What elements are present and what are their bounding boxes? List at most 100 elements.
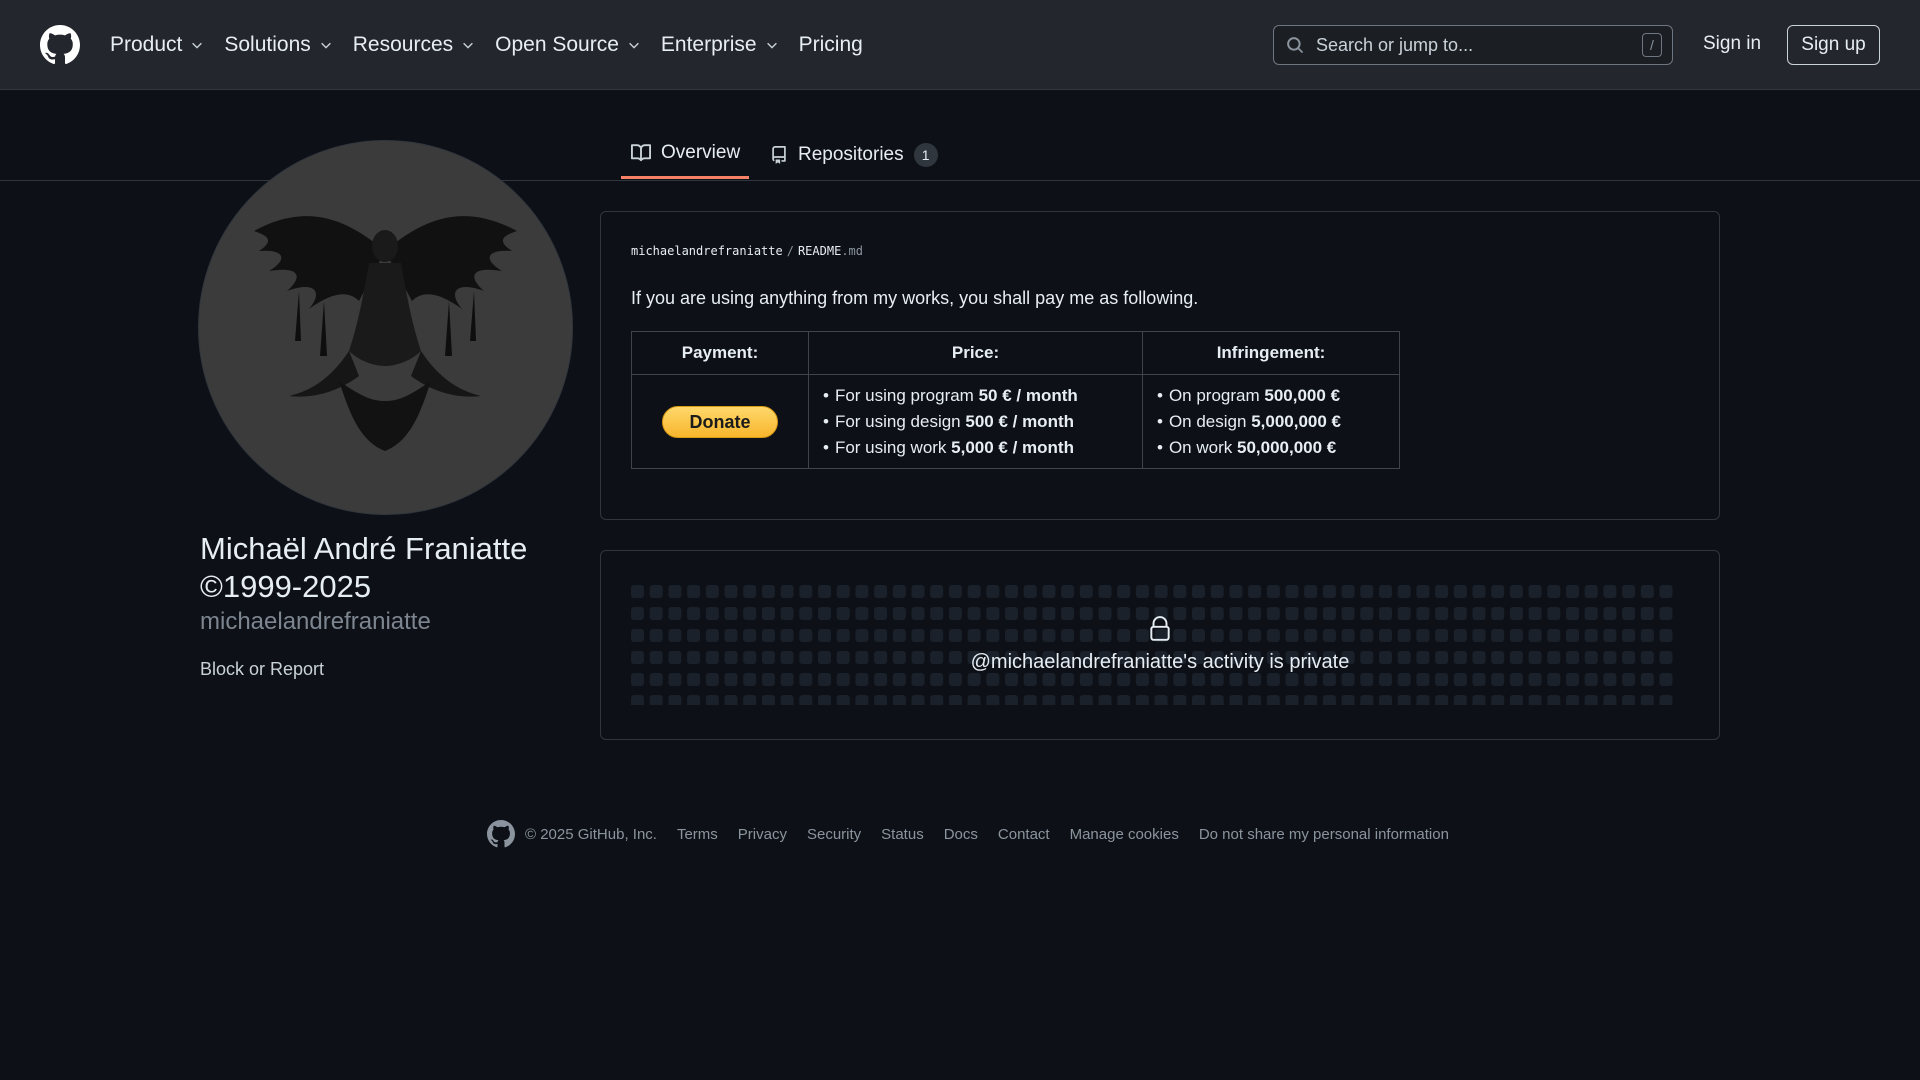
contribution-cell — [1098, 585, 1112, 598]
contribution-cell — [1416, 629, 1430, 642]
footer-link-security[interactable]: Security — [807, 826, 861, 843]
contribution-cell — [1042, 607, 1056, 620]
contribution-cell — [1584, 695, 1598, 705]
contribution-cell — [799, 695, 813, 705]
contribution-cell — [1659, 629, 1673, 642]
contribution-cell — [1229, 673, 1243, 686]
contribution-cell — [1453, 585, 1467, 598]
contribution-cell — [1622, 629, 1636, 642]
contribution-cell — [1622, 695, 1636, 705]
contribution-cell — [874, 695, 888, 705]
contribution-cell — [1098, 629, 1112, 642]
contribution-cell — [1248, 607, 1262, 620]
book-icon — [631, 144, 651, 162]
contribution-cell — [1566, 607, 1579, 620]
contribution-cell — [892, 673, 906, 686]
contribution-cell — [1304, 629, 1318, 642]
footer-link-do-not-share-my-personal-information[interactable]: Do not share my personal information — [1199, 826, 1449, 843]
nav-item-enterprise[interactable]: Enterprise — [661, 33, 779, 57]
contribution-cell — [1061, 607, 1075, 620]
contribution-cell — [1005, 629, 1018, 642]
contribution-cell — [1192, 695, 1205, 705]
tab-overview[interactable]: Overview — [621, 130, 749, 179]
contribution-cell — [1005, 607, 1018, 620]
contribution-cell — [1341, 695, 1355, 705]
contribution-cell — [1491, 673, 1505, 686]
nav-item-open-source[interactable]: Open Source — [495, 33, 641, 57]
contribution-cell — [1173, 695, 1187, 705]
contribution-cell — [1547, 673, 1561, 686]
donate-button[interactable]: Donate — [662, 405, 778, 438]
readme-file-link[interactable]: README.md — [798, 244, 863, 258]
site-footer: © 2025 GitHub, Inc. Terms Privacy Security… — [487, 820, 1469, 848]
footer-link-manage-cookies[interactable]: Manage cookies — [1070, 826, 1179, 843]
nav-item-solutions[interactable]: Solutions — [224, 33, 332, 57]
contribution-cell — [780, 585, 794, 598]
repo-icon — [772, 146, 786, 164]
sign-in-link[interactable]: Sign in — [1703, 33, 1761, 55]
footer-link-privacy[interactable]: Privacy — [738, 826, 787, 843]
contribution-cell — [1416, 695, 1430, 705]
contribution-cell — [948, 607, 962, 620]
contribution-cell — [911, 629, 925, 642]
contribution-cell — [818, 607, 831, 620]
contribution-cell — [1154, 673, 1168, 686]
block-or-report-link[interactable]: Block or Report — [200, 659, 324, 680]
contribution-cell — [743, 673, 757, 686]
contribution-cell — [1622, 673, 1636, 686]
nav-item-resources[interactable]: Resources — [353, 33, 475, 57]
search-box[interactable]: / — [1273, 25, 1673, 65]
contribution-cell — [1584, 585, 1598, 598]
contribution-cell — [1453, 607, 1467, 620]
footer-link-contact[interactable]: Contact — [998, 826, 1050, 843]
contribution-cell — [874, 673, 888, 686]
contribution-cell — [1397, 673, 1411, 686]
contribution-cell — [1640, 673, 1654, 686]
footer-copyright: © 2025 GitHub, Inc. — [525, 825, 657, 843]
footer-link-status[interactable]: Status — [881, 826, 924, 843]
angel-artwork-avatar-image — [199, 141, 572, 514]
contribution-cell — [1098, 607, 1112, 620]
footer-link-docs[interactable]: Docs — [944, 826, 978, 843]
readme-path: michaelandrefraniatte / README.md — [631, 244, 863, 258]
nav-item-pricing[interactable]: Pricing — [799, 33, 863, 57]
footer-link-terms[interactable]: Terms — [677, 826, 718, 843]
contribution-cell — [1397, 695, 1411, 705]
contribution-cell — [1491, 695, 1505, 705]
contribution-cell — [892, 607, 906, 620]
contribution-cell — [668, 585, 682, 598]
contribution-cell — [1472, 673, 1486, 686]
contribution-cell — [986, 673, 1000, 686]
chevron-down-icon — [629, 42, 639, 49]
github-logo-icon[interactable] — [487, 820, 515, 848]
sign-up-button[interactable]: Sign up — [1787, 25, 1880, 65]
readme-intro-text: If you are using anything from my works,… — [631, 288, 1199, 308]
contribution-cell — [631, 607, 644, 620]
tab-overview-label: Overview — [661, 142, 741, 163]
nav-item-product[interactable]: Product — [110, 33, 204, 57]
contribution-cell — [986, 585, 1000, 598]
contribution-cell — [855, 629, 869, 642]
contribution-cell — [986, 629, 1000, 642]
contribution-cell — [1379, 629, 1392, 642]
github-logo-icon[interactable] — [40, 25, 80, 65]
contribution-cell — [1304, 673, 1318, 686]
contribution-cell — [799, 607, 813, 620]
contribution-cell — [1005, 585, 1018, 598]
contribution-cell — [1341, 607, 1355, 620]
tab-repositories[interactable]: Repositories 1 — [770, 130, 938, 180]
activity-box: @michaelandrefraniatte's activity is pri… — [600, 550, 1720, 740]
contribution-cell — [668, 629, 682, 642]
contribution-cell — [1472, 695, 1486, 705]
contribution-cell — [948, 629, 962, 642]
readme-box: michaelandrefraniatte / README.md If you a… — [600, 211, 1720, 520]
readme-owner-link[interactable]: michaelandrefraniatte — [631, 244, 783, 258]
contribution-cell — [967, 585, 981, 598]
contribution-cell — [1154, 585, 1168, 598]
search-input[interactable] — [1314, 33, 1642, 57]
profile-name-year-line: ©1999-2025 — [200, 569, 372, 604]
contribution-cell — [1248, 585, 1262, 598]
contribution-cell — [1622, 585, 1636, 598]
search-icon — [1287, 37, 1303, 53]
contribution-cell — [1210, 607, 1224, 620]
